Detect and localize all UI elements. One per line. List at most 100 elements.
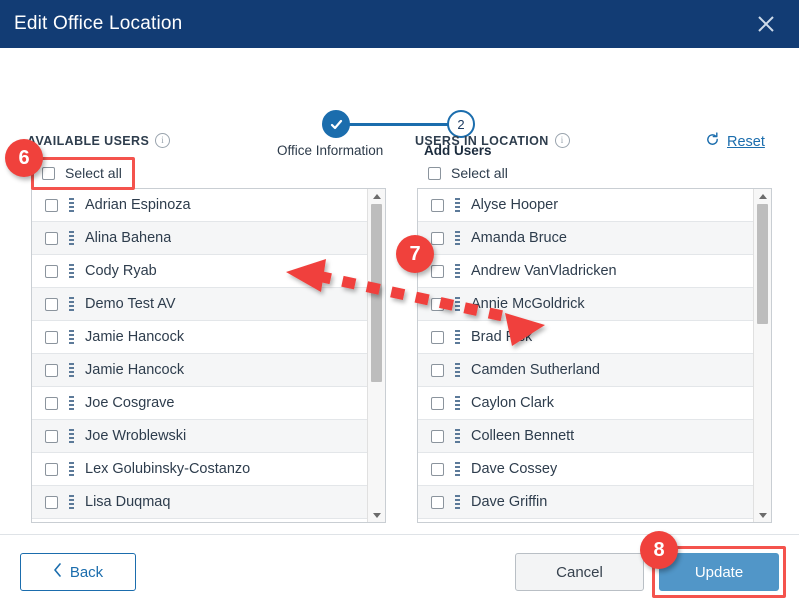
select-all-users-in-location[interactable]: Select all	[428, 165, 508, 181]
users-in-location-list[interactable]: Alyse Hooper Amanda Bruce Andrew VanVladri…	[417, 188, 772, 523]
user-name: Alyse Hooper	[471, 197, 559, 213]
drag-handle-icon[interactable]	[69, 230, 74, 246]
user-name: Lex Golubinsky-Costanzo	[85, 461, 251, 477]
info-icon[interactable]: i	[554, 133, 570, 148]
drag-handle-icon[interactable]	[69, 329, 74, 345]
drag-handle-icon[interactable]	[455, 461, 460, 477]
list-item[interactable]: Jamie Hancock	[32, 354, 367, 387]
available-users-list[interactable]: Adrian Espinoza Alina Bahena Cody Ryab Demo…	[31, 188, 386, 523]
drag-handle-icon[interactable]	[69, 263, 74, 279]
list-item[interactable]: Adrian Espinoza	[32, 189, 367, 222]
user-name: Caylon Clark	[471, 395, 554, 411]
drag-handle-icon[interactable]	[69, 428, 74, 444]
list-item[interactable]: Annie McGoldrick	[418, 288, 753, 321]
drag-handle-icon[interactable]	[455, 428, 460, 444]
select-all-label: Select all	[65, 165, 122, 181]
scroll-down-icon[interactable]	[368, 508, 385, 522]
row-checkbox[interactable]	[45, 363, 58, 377]
select-all-checkbox[interactable]	[428, 166, 441, 180]
scroll-up-icon[interactable]	[368, 189, 385, 203]
available-users-label: AVAILABLE USERS	[27, 133, 150, 148]
info-icon[interactable]: i	[155, 133, 171, 148]
list-item[interactable]: Dave Cossey	[418, 453, 753, 486]
row-checkbox[interactable]	[431, 330, 444, 344]
drag-handle-icon[interactable]	[69, 362, 74, 378]
row-checkbox[interactable]	[431, 363, 444, 377]
row-checkbox[interactable]	[431, 231, 444, 245]
row-checkbox[interactable]	[45, 264, 58, 278]
list-item[interactable]: Alina Bahena	[32, 222, 367, 255]
close-icon[interactable]	[751, 9, 781, 39]
drag-handle-icon[interactable]	[455, 197, 460, 213]
drag-handle-icon[interactable]	[455, 296, 460, 312]
user-name: Dave Griffin	[471, 494, 548, 510]
reset-button[interactable]: Reset	[705, 132, 765, 151]
update-button[interactable]: Update	[659, 553, 779, 591]
list-item[interactable]: Alyse Hooper	[418, 189, 753, 222]
row-checkbox[interactable]	[45, 429, 58, 443]
user-name: Jamie Hancock	[85, 362, 185, 378]
list-item[interactable]: Dave Griffin	[418, 486, 753, 519]
cancel-button[interactable]: Cancel	[515, 553, 644, 591]
drag-handle-icon[interactable]	[69, 461, 74, 477]
select-all-available-users[interactable]: Select all	[42, 165, 122, 181]
back-label: Back	[69, 563, 104, 581]
row-checkbox[interactable]	[45, 396, 58, 410]
drag-handle-icon[interactable]	[455, 362, 460, 378]
users-in-location-header: USERS IN LOCATION i	[415, 133, 570, 148]
list-item[interactable]: Demo Test AV	[32, 288, 367, 321]
drag-handle-icon[interactable]	[69, 197, 74, 213]
list-item[interactable]: Jamie Hancock	[32, 321, 367, 354]
row-checkbox[interactable]	[45, 198, 58, 212]
list-item[interactable]: Andrew VanVladricken	[418, 255, 753, 288]
list-item[interactable]: Brad Fisk	[418, 321, 753, 354]
scrollbar-thumb[interactable]	[757, 204, 768, 324]
drag-handle-icon[interactable]	[69, 494, 74, 510]
user-name: Demo Test AV	[85, 296, 176, 312]
row-checkbox[interactable]	[45, 462, 58, 476]
list-item[interactable]: Camden Sutherland	[418, 354, 753, 387]
list-item[interactable]: Amanda Bruce	[418, 222, 753, 255]
user-name: Cody Ryab	[85, 263, 157, 279]
drag-handle-icon[interactable]	[455, 230, 460, 246]
list-item[interactable]: Joe Cosgrave	[32, 387, 367, 420]
dialog-title: Edit Office Location	[14, 13, 183, 34]
scroll-down-icon[interactable]	[754, 508, 771, 522]
available-users-scrollbar[interactable]	[367, 189, 385, 522]
row-checkbox[interactable]	[45, 495, 58, 509]
row-checkbox[interactable]	[431, 495, 444, 509]
wizard-stepper: 2 Office Information Add Users	[0, 48, 799, 158]
list-item[interactable]: Lisa Duqmaq	[32, 486, 367, 519]
back-button[interactable]: Back	[20, 553, 136, 591]
drag-handle-icon[interactable]	[455, 329, 460, 345]
row-checkbox[interactable]	[431, 462, 444, 476]
scrollbar-thumb[interactable]	[371, 204, 382, 382]
reset-label: Reset	[727, 133, 765, 150]
scroll-up-icon[interactable]	[754, 189, 771, 203]
row-checkbox[interactable]	[431, 429, 444, 443]
list-item[interactable]: Lex Golubinsky-Costanzo	[32, 453, 367, 486]
row-checkbox[interactable]	[45, 330, 58, 344]
list-item[interactable]: Joe Wroblewski	[32, 420, 367, 453]
user-name: Andrew VanVladricken	[471, 263, 617, 279]
select-all-checkbox[interactable]	[42, 166, 55, 180]
list-item[interactable]: Colleen Bennett	[418, 420, 753, 453]
list-item[interactable]: Cody Ryab	[32, 255, 367, 288]
drag-handle-icon[interactable]	[455, 395, 460, 411]
user-name: Brad Fisk	[471, 329, 533, 345]
drag-handle-icon[interactable]	[69, 296, 74, 312]
row-checkbox[interactable]	[45, 231, 58, 245]
row-checkbox[interactable]	[431, 396, 444, 410]
list-item[interactable]: Caylon Clark	[418, 387, 753, 420]
drag-handle-icon[interactable]	[455, 263, 460, 279]
drag-handle-icon[interactable]	[69, 395, 74, 411]
users-in-location-scrollbar[interactable]	[753, 189, 771, 522]
row-checkbox[interactable]	[431, 264, 444, 278]
drag-handle-icon[interactable]	[455, 494, 460, 510]
users-in-location-label: USERS IN LOCATION	[415, 133, 549, 148]
user-name: Jamie Hancock	[85, 329, 185, 345]
stepper-step-office-information[interactable]	[322, 110, 350, 138]
row-checkbox[interactable]	[431, 198, 444, 212]
row-checkbox[interactable]	[45, 297, 58, 311]
row-checkbox[interactable]	[431, 297, 444, 311]
